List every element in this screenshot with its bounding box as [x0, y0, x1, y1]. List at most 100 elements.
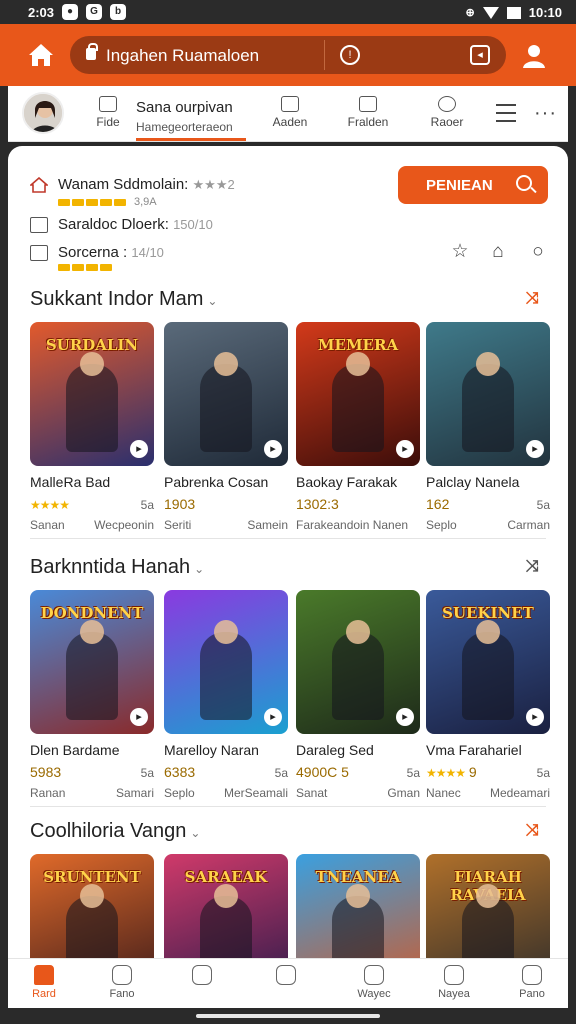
play-icon[interactable]: ▸ [396, 708, 414, 726]
game-card[interactable]: SARAEAK▸ [164, 854, 288, 958]
nav-item-label: Rard [32, 988, 56, 1000]
play-icon[interactable]: ▸ [526, 440, 544, 458]
game-thumbnail[interactable]: FIARAH RAVAEIA▸ [426, 854, 550, 958]
home-icon [34, 965, 54, 985]
game-meta-secondary: Gman [387, 786, 420, 800]
play-icon[interactable]: ▸ [264, 708, 282, 726]
nav-item[interactable]: Nayea [424, 965, 484, 1000]
primary-cta-button[interactable]: PENIEAN [398, 166, 548, 204]
rating-dots-label: 3,9A [134, 196, 157, 208]
more-icon[interactable]: ··· [534, 103, 557, 123]
game-thumbnail[interactable]: ▸ [164, 590, 288, 734]
tab-fralden[interactable]: Fralden [342, 96, 394, 129]
game-meta: Ranan [30, 786, 66, 800]
nav-item[interactable] [172, 965, 232, 988]
game-thumbnail[interactable]: MEMERA ▸ [296, 322, 420, 466]
game-name: Dlen Bardame [30, 742, 120, 758]
section-title-text: Sukkant Indor Mam [30, 288, 204, 310]
game-card[interactable]: ▸ Daraleg Sed 4900C 5 5a Sanat Gman [296, 590, 420, 800]
game-thumbnail[interactable]: DONDNENT ▸ [30, 590, 154, 734]
play-icon[interactable]: ▸ [526, 708, 544, 726]
tab-switch-icon[interactable]: ◂ [470, 45, 490, 65]
tab-aaden[interactable]: Aaden [266, 96, 314, 129]
info-icon[interactable]: ! [340, 45, 360, 65]
status-notification-icons: ● G b [62, 4, 126, 20]
game-thumbnail[interactable]: TNEANEA▸ [296, 854, 420, 958]
game-thumbnail[interactable]: SUEKINET ▸ [426, 590, 550, 734]
circle-icon[interactable]: ○ [528, 242, 548, 262]
game-card[interactable]: DONDNENT ▸ Dlen Bardame 5983 5a Ranan Samari [30, 590, 154, 800]
nav-item[interactable]: Pano [502, 965, 562, 1000]
game-meta: Seplo [426, 518, 457, 532]
game-card[interactable]: SURDALIN ▸ MalleRa Bad ★★★★ 5a Sanan Wecpeonin [30, 322, 154, 532]
game-thumbnail[interactable]: ▸ [426, 322, 550, 466]
address-bar[interactable]: Ingahen Ruamaloen ! ◂ [70, 36, 506, 74]
game-card[interactable]: MEMERA ▸ Baokay Farakak 1302:3 Farakeandoin … [296, 322, 420, 532]
game-badge: 5a [274, 766, 288, 780]
game-meta-secondary: Carman [507, 518, 550, 532]
search-icon [516, 175, 532, 191]
menu-icon[interactable] [496, 104, 516, 124]
game-thumbnail[interactable]: ▸ [164, 322, 288, 466]
account-icon[interactable] [520, 42, 548, 70]
collapse-arrows-icon[interactable]: ⤨ [526, 290, 539, 308]
tab-raoer[interactable]: Raoer [422, 96, 472, 129]
game-thumbnail[interactable]: SURDALIN ▸ [30, 322, 154, 466]
game-name: Pabrenka Cosan [164, 474, 269, 490]
info-row-score-muted: 14/10 [131, 245, 164, 260]
rating-dots: 3,9A [58, 196, 157, 208]
play-icon[interactable]: ▸ [130, 708, 148, 726]
tab-fide[interactable]: Fide [86, 96, 130, 129]
character-head [346, 352, 370, 376]
person-icon [522, 965, 542, 985]
game-score: 6383 [164, 764, 196, 780]
tab-active[interactable]: Sana ourpivan Hamegeorteraeon [136, 96, 246, 141]
app-bar: Ingahen Ruamaloen ! ◂ [0, 24, 576, 86]
tab-fralden-label: Fralden [347, 115, 389, 129]
game-card[interactable]: SUEKINET ▸ Vma Farahariel ★★★★ 9 5a Nanec Mede… [426, 590, 550, 800]
character-head [214, 352, 238, 376]
play-icon[interactable]: ▸ [264, 440, 282, 458]
collapse-arrows-icon[interactable]: ⤨ [526, 558, 539, 576]
game-thumbnail[interactable]: SRUNTENT▸ [30, 854, 154, 958]
rating-stars: ★★★★ [426, 766, 466, 780]
section-title[interactable]: Barknntida Hanah ⌄ [30, 556, 204, 579]
home-icon[interactable] [26, 40, 56, 70]
nav-item[interactable] [256, 965, 316, 988]
game-meta: Seplo [164, 786, 195, 800]
game-meta: Nanec [426, 786, 461, 800]
character-body [200, 632, 252, 720]
game-card[interactable]: FIARAH RAVAEIA▸ [426, 854, 550, 958]
character-head [476, 884, 500, 908]
game-meta: Sanan [30, 518, 65, 532]
game-card[interactable]: ▸ Palclay Nanela 162 5a Seplo Carman [426, 322, 550, 532]
rating-stars: ★★★★ [30, 498, 70, 512]
nav-item[interactable]: Rard [14, 965, 74, 1000]
tab-aaden-label: Aaden [272, 115, 308, 129]
character-body [462, 632, 514, 720]
game-card[interactable]: SRUNTENT▸ [30, 854, 154, 958]
play-icon[interactable]: ▸ [130, 440, 148, 458]
nav-item[interactable]: Fano [92, 965, 152, 1000]
section-title[interactable]: Sukkant Indor Mam ⌄ [30, 288, 217, 311]
game-thumbnail[interactable]: ▸ [296, 590, 420, 734]
game-card[interactable]: TNEANEA▸ [296, 854, 420, 958]
avatar[interactable] [22, 92, 64, 134]
game-card[interactable]: ▸ Pabrenka Cosan 1903 Seriti Samein [164, 322, 288, 532]
bookmark-icon[interactable]: ⌂ [488, 242, 508, 262]
game-card[interactable]: ▸ Marelloy Naran 6383 5a Seplo MerSeamali [164, 590, 288, 800]
collapse-arrows-icon[interactable]: ⤨ [526, 822, 539, 840]
star-icon[interactable]: ☆ [450, 242, 470, 262]
chat-icon [438, 96, 456, 112]
character-head [214, 884, 238, 908]
game-thumbnail[interactable]: SARAEAK▸ [164, 854, 288, 958]
folder-icon [30, 217, 48, 233]
game-name: Marelloy Naran [164, 742, 259, 758]
tab-active-subtitle: Hamegeorteraeon [136, 120, 233, 134]
book-icon [281, 96, 299, 112]
signal-icon [506, 6, 521, 19]
section-divider [30, 806, 546, 807]
nav-item[interactable]: Wayec [344, 965, 404, 1000]
play-icon[interactable]: ▸ [396, 440, 414, 458]
section-title[interactable]: Coolhiloria Vangn ⌄ [30, 820, 200, 843]
